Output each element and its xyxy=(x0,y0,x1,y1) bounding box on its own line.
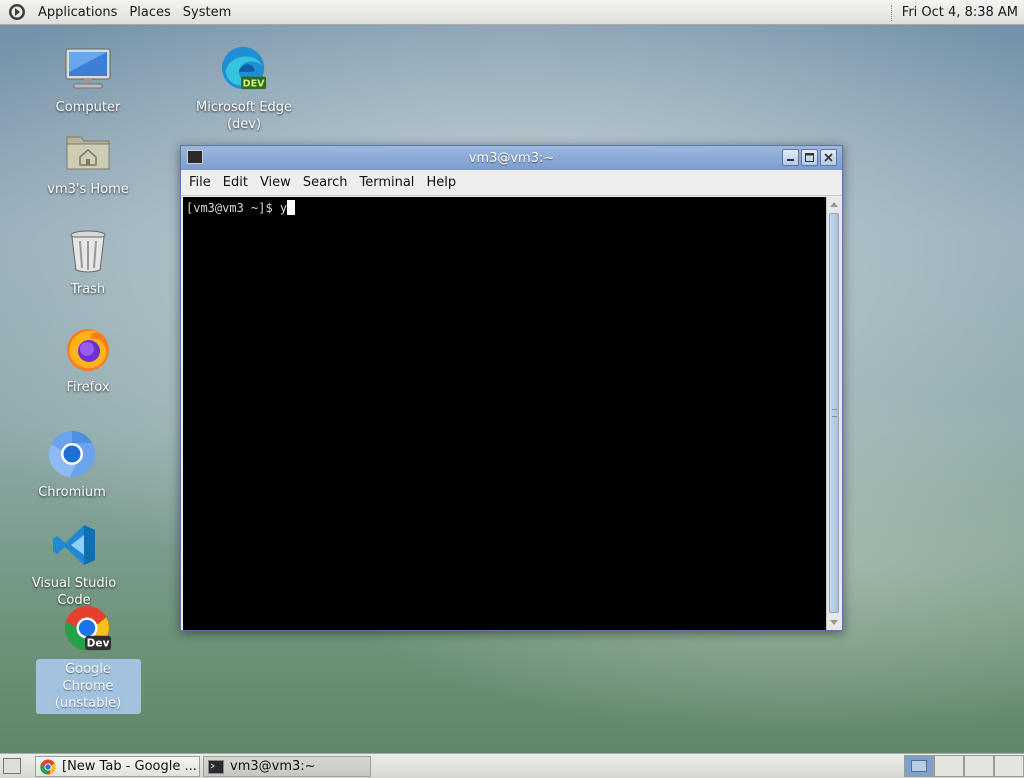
desktop-icon-label: Chromium xyxy=(38,485,106,500)
desktop-icon-label: Google Chrome (unstable) xyxy=(35,659,141,714)
firefox-icon xyxy=(67,329,109,371)
desktop-icon-chromium[interactable]: Chromium xyxy=(17,430,127,501)
show-desktop-button[interactable] xyxy=(3,758,21,774)
workspace-switcher xyxy=(904,755,1024,777)
desktop-icon-edge-dev[interactable]: DEV Microsoft Edge (dev) xyxy=(189,45,299,133)
scrollbar-thumb[interactable] xyxy=(829,213,839,613)
desktop-icon-label: Trash xyxy=(70,282,106,297)
menu-edit[interactable]: Edit xyxy=(217,175,254,190)
minimize-icon xyxy=(787,159,794,161)
terminal-window[interactable]: vm3@vm3:~ File Edit View Search Terminal… xyxy=(180,145,843,631)
taskbar-item-terminal[interactable]: vm3@vm3:~ xyxy=(203,756,371,777)
desktop-icon-label: Microsoft Edge (dev) xyxy=(195,100,292,132)
distro-logo-icon[interactable] xyxy=(8,3,26,21)
menu-terminal[interactable]: Terminal xyxy=(353,175,420,190)
window-title: vm3@vm3:~ xyxy=(468,150,555,166)
maximize-button[interactable] xyxy=(801,149,818,166)
desktop-icon-label: Firefox xyxy=(66,380,110,395)
desktop-icon-label: vm3's Home xyxy=(47,182,129,197)
scroll-up-button[interactable] xyxy=(827,197,841,212)
workspace-1[interactable] xyxy=(904,755,934,777)
grip-icon xyxy=(832,409,837,417)
trash-icon xyxy=(70,230,106,273)
taskbar-item-label: [New Tab - Google ... xyxy=(62,759,197,774)
text-cursor xyxy=(287,200,296,215)
chrome-icon xyxy=(40,759,56,774)
menu-system[interactable]: System xyxy=(177,5,237,20)
taskbar-item-label: vm3@vm3:~ xyxy=(230,759,316,774)
clock[interactable]: Fri Oct 4, 8:38 AM xyxy=(902,5,1020,20)
window-titlebar[interactable]: vm3@vm3:~ xyxy=(181,146,842,170)
vscode-icon xyxy=(53,525,95,565)
desktop-icon-computer[interactable]: Computer xyxy=(33,45,143,116)
bottom-panel: [New Tab - Google ... vm3@vm3:~ xyxy=(0,753,1024,778)
terminal-menubar: File Edit View Search Terminal Help xyxy=(181,170,842,196)
workspace-4[interactable] xyxy=(994,755,1024,777)
close-button[interactable] xyxy=(820,149,837,166)
svg-text:Dev: Dev xyxy=(87,637,110,649)
workspace-3[interactable] xyxy=(964,755,994,777)
terminal-icon[interactable] xyxy=(187,150,203,164)
menu-view[interactable]: View xyxy=(254,175,297,190)
panel-separator xyxy=(890,4,896,21)
terminal-icon xyxy=(208,759,224,774)
svg-text:DEV: DEV xyxy=(243,78,265,89)
desktop-icon-vscode[interactable]: Visual Studio Code xyxy=(19,521,129,609)
computer-icon xyxy=(65,48,111,89)
menu-applications[interactable]: Applications xyxy=(32,5,123,20)
menu-file[interactable]: File xyxy=(183,175,217,190)
menu-help[interactable]: Help xyxy=(420,175,462,190)
top-panel: Applications Places System Fri Oct 4, 8:… xyxy=(0,0,1024,25)
terminal-prompt: [vm3@vm3 ~]$ y xyxy=(186,201,288,215)
scroll-down-button[interactable] xyxy=(827,615,841,630)
menu-search[interactable]: Search xyxy=(297,175,354,190)
terminal-output[interactable]: [vm3@vm3 ~]$ y xyxy=(183,197,826,630)
home-folder-icon xyxy=(66,136,110,170)
vertical-scrollbar[interactable] xyxy=(826,197,841,630)
chromium-icon xyxy=(48,431,95,477)
minimize-button[interactable] xyxy=(782,149,799,166)
close-icon xyxy=(824,153,833,162)
workspace-2[interactable] xyxy=(934,755,964,777)
desktop-icon-home[interactable]: vm3's Home xyxy=(33,127,143,198)
chrome-dev-icon: Dev xyxy=(64,605,112,651)
desktop-icon-label: Computer xyxy=(55,100,121,115)
arrow-down-icon xyxy=(830,620,838,625)
edge-dev-icon: DEV xyxy=(221,46,267,89)
arrow-up-icon xyxy=(830,202,838,207)
desktop-icon-firefox[interactable]: Firefox xyxy=(33,325,143,396)
maximize-icon xyxy=(805,153,814,162)
desktop-icon-chrome-unstable[interactable]: Dev Google Chrome (unstable) xyxy=(33,605,143,714)
menu-places[interactable]: Places xyxy=(123,5,176,20)
desktop-icon-trash[interactable]: Trash xyxy=(33,227,143,298)
taskbar-item-chrome[interactable]: [New Tab - Google ... xyxy=(35,756,200,777)
